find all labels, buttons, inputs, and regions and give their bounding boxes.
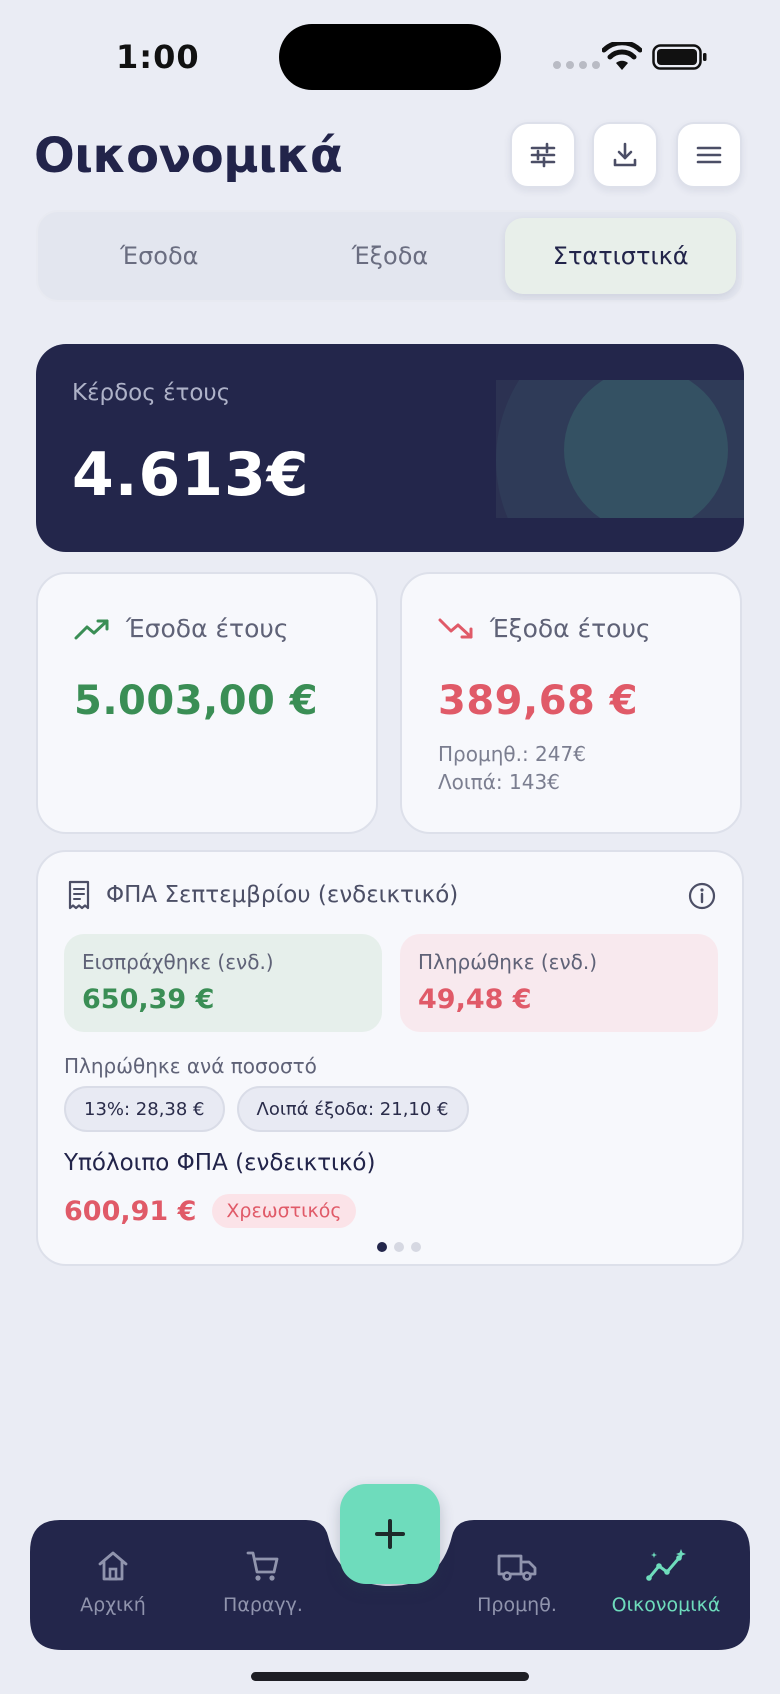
filter-button[interactable] (510, 122, 576, 188)
income-value: 5.003,00 € (74, 678, 319, 724)
plus-icon (375, 1519, 405, 1549)
page-dot-2[interactable] (394, 1242, 404, 1252)
trending-up-icon (74, 619, 109, 639)
vat-rate-chips: 13%: 28,38 € Λοιπά έξοδα: 21,10 € (64, 1086, 469, 1132)
page-title: Οικονομικά (34, 128, 343, 184)
wifi-icon (602, 42, 642, 70)
vat-paid-label: Πληρώθηκε (ενδ.) (418, 950, 598, 974)
receipt-icon (68, 880, 90, 910)
truck-icon (497, 1554, 537, 1581)
vat-collected-box: Εισπράχθηκε (ενδ.) 650,39 € (64, 934, 382, 1032)
tab-statistics[interactable]: Στατιστικά (505, 218, 737, 294)
download-icon (613, 142, 637, 167)
page-dot-1[interactable] (377, 1242, 387, 1252)
income-card[interactable]: Έσοδα έτους 5.003,00 € (36, 572, 378, 834)
nav-home-label: Αρχική (80, 1594, 146, 1616)
vat-card: ΦΠΑ Σεπτεμβρίου (ενδεικτικό) Εισπράχθηκε… (36, 850, 744, 1266)
menu-icon (696, 146, 722, 164)
status-badge: Χρεωστικός (212, 1194, 356, 1228)
vat-balance-title: Υπόλοιπο ΦΠΑ (ενδεικτικό) (64, 1150, 376, 1176)
expenses-suppliers: Προμηθ.: 247€ (438, 742, 586, 766)
expenses-other: Λοιπά: 143€ (438, 770, 560, 794)
nav-suppliers-label: Προμηθ. (477, 1594, 557, 1616)
profit-label: Κέρδος έτους (72, 380, 231, 406)
profit-value: 4.613€ (72, 440, 310, 510)
trending-down-icon (438, 618, 473, 638)
vat-balance-value: 600,91 € (64, 1195, 197, 1227)
add-button[interactable] (340, 1484, 440, 1584)
tab-income[interactable]: Έσοδα (44, 218, 275, 294)
vat-rate-title: Πληρώθηκε ανά ποσοστό (64, 1054, 317, 1078)
nav-home[interactable]: Αρχική (33, 1548, 193, 1616)
income-label: Έσοδα έτους (126, 614, 289, 643)
chart-sparkle-icon (646, 1549, 686, 1581)
dynamic-island (279, 24, 501, 90)
sliders-icon (530, 142, 556, 168)
expenses-label: Έξοδα έτους (490, 614, 651, 643)
expenses-header: Έξοδα έτους (438, 614, 651, 643)
vat-collected-label: Εισπράχθηκε (ενδ.) (82, 950, 274, 974)
vat-paid-value: 49,48 € (418, 984, 532, 1015)
nav-suppliers[interactable]: Προμηθ. (437, 1548, 597, 1616)
battery-icon (652, 44, 707, 70)
vat-chip-other: Λοιπά έξοδα: 21,10 € (236, 1086, 469, 1132)
nav-orders[interactable]: Παραγγ. (183, 1548, 343, 1616)
home-icon (98, 1551, 128, 1581)
vat-paid-box: Πληρώθηκε (ενδ.) 49,48 € (400, 934, 718, 1032)
download-button[interactable] (592, 122, 658, 188)
segmented-control: Έσοδα Έξοδα Στατιστικά (36, 210, 744, 302)
nav-finance[interactable]: Οικονομικά (586, 1548, 746, 1616)
decorative-circles (496, 380, 744, 518)
vat-header: ΦΠΑ Σεπτεμβρίου (ενδεικτικό) (66, 880, 458, 910)
nav-finance-label: Οικονομικά (611, 1594, 721, 1616)
vat-chip-13: 13%: 28,38 € (64, 1086, 225, 1132)
status-time: 1:00 (116, 38, 200, 76)
page-indicator (0, 1242, 780, 1252)
vat-title: ΦΠΑ Σεπτεμβρίου (ενδεικτικό) (106, 882, 459, 908)
header: Οικονομικά (0, 120, 780, 200)
vat-collected-value: 650,39 € (82, 984, 215, 1015)
cart-icon (246, 1551, 279, 1581)
home-indicator (251, 1672, 529, 1681)
page-dot-3[interactable] (411, 1242, 421, 1252)
income-header: Έσοδα έτους (74, 614, 289, 643)
menu-button[interactable] (676, 122, 742, 188)
expenses-value: 389,68 € (438, 678, 639, 724)
nav-orders-label: Παραγγ. (223, 1594, 303, 1616)
expenses-card[interactable]: Έξοδα έτους 389,68 € Προμηθ.: 247€ Λοιπά… (400, 572, 742, 834)
vat-balance-row: 600,91 € Χρεωστικός (64, 1194, 356, 1228)
signal-icon (553, 61, 600, 69)
status-bar: 1:00 (0, 0, 780, 110)
profit-card: Κέρδος έτους 4.613€ (36, 344, 744, 552)
info-icon[interactable] (688, 882, 716, 910)
tab-expenses[interactable]: Έξοδα (275, 218, 506, 294)
